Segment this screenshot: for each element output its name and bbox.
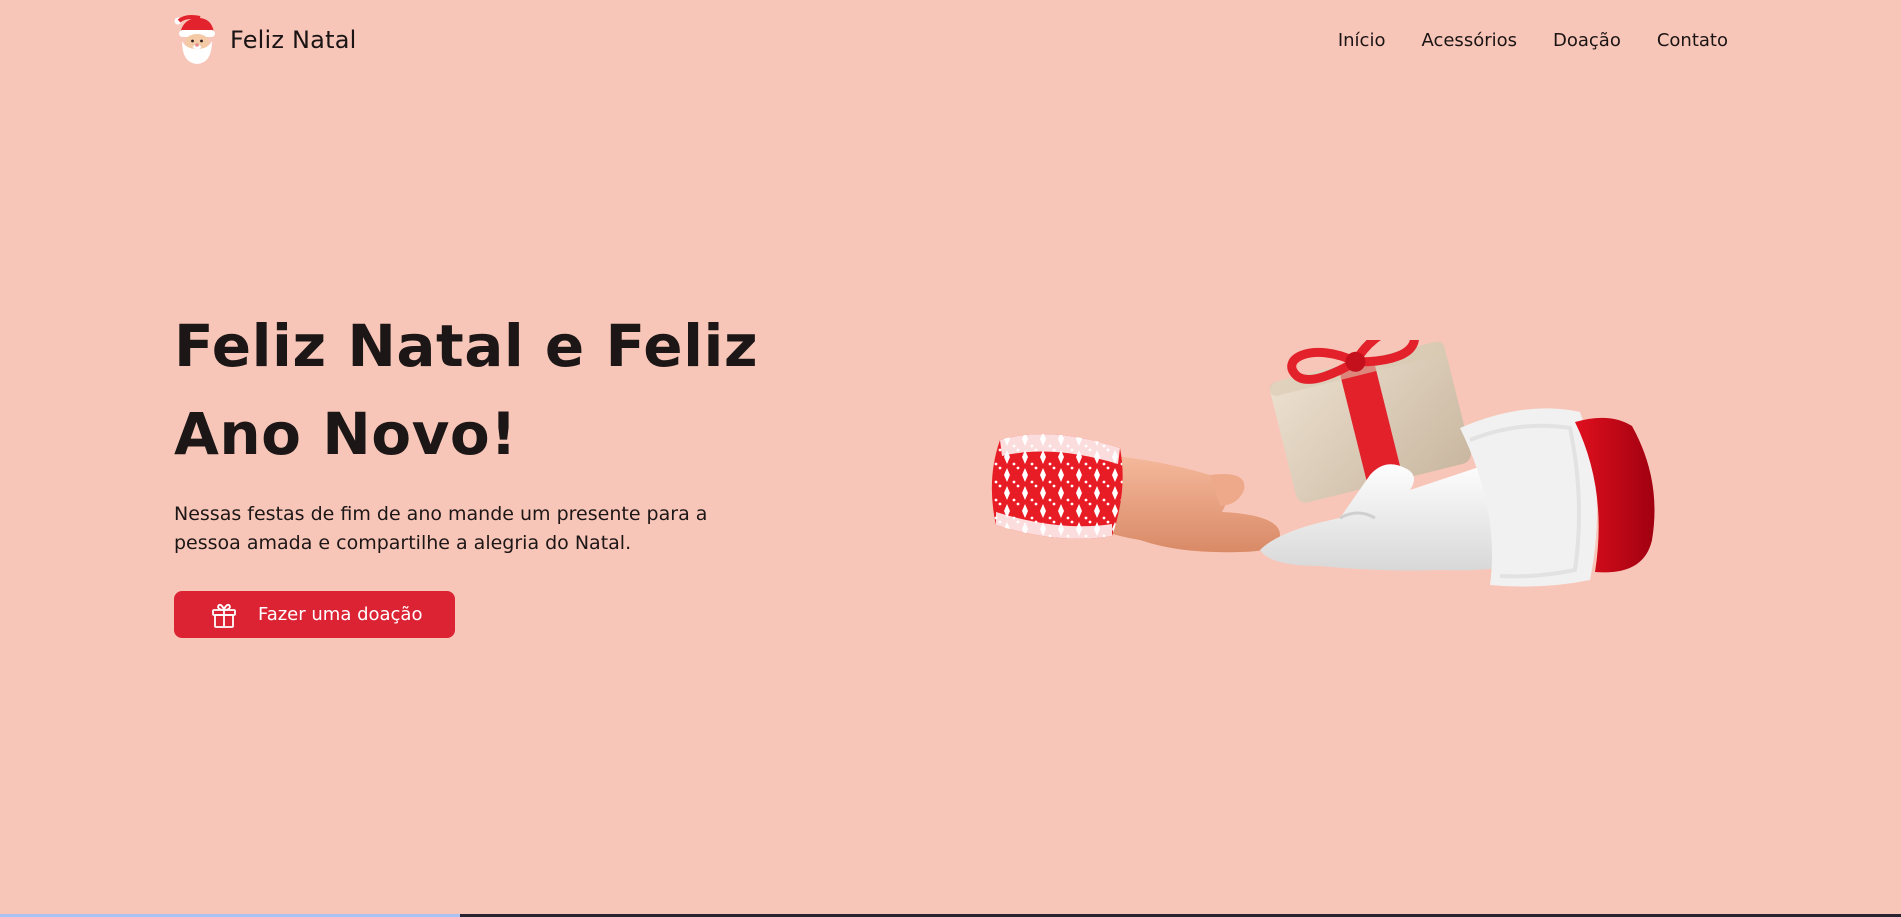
nav-link-inicio[interactable]: Início xyxy=(1338,30,1386,51)
gift-icon xyxy=(212,603,236,628)
hero-title-line2: Ano Novo! xyxy=(174,400,518,468)
hands-giving-gift-icon xyxy=(991,323,1655,587)
nav-link-contato[interactable]: Contato xyxy=(1657,30,1728,51)
brand-name: Feliz Natal xyxy=(230,26,357,54)
nav-link-acessorios[interactable]: Acessórios xyxy=(1421,30,1517,51)
nav-link-doacao[interactable]: Doação xyxy=(1553,30,1621,51)
hands-giving-gift-illustration xyxy=(980,323,1680,680)
hero-title: Feliz Natal e Feliz Ano Novo! xyxy=(174,302,794,478)
hero-section: Feliz Natal e Feliz Ano Novo! Nessas fes… xyxy=(174,302,794,638)
main-nav: Início Acessórios Doação Contato xyxy=(1338,30,1728,51)
hero-title-line1: Feliz Natal e Feliz xyxy=(174,312,759,380)
page: Feliz Natal Início Acessórios Doação Con… xyxy=(0,0,1901,917)
donate-button-label: Fazer uma doação xyxy=(258,604,423,625)
donate-button[interactable]: Fazer uma doação xyxy=(174,591,455,638)
santa-face-icon xyxy=(174,15,215,64)
hero-description: Nessas festas de fim de ano mande um pre… xyxy=(174,503,708,554)
brand-logo-link[interactable]: Feliz Natal xyxy=(174,15,356,65)
site-header: Feliz Natal Início Acessórios Doação Con… xyxy=(174,14,1728,66)
